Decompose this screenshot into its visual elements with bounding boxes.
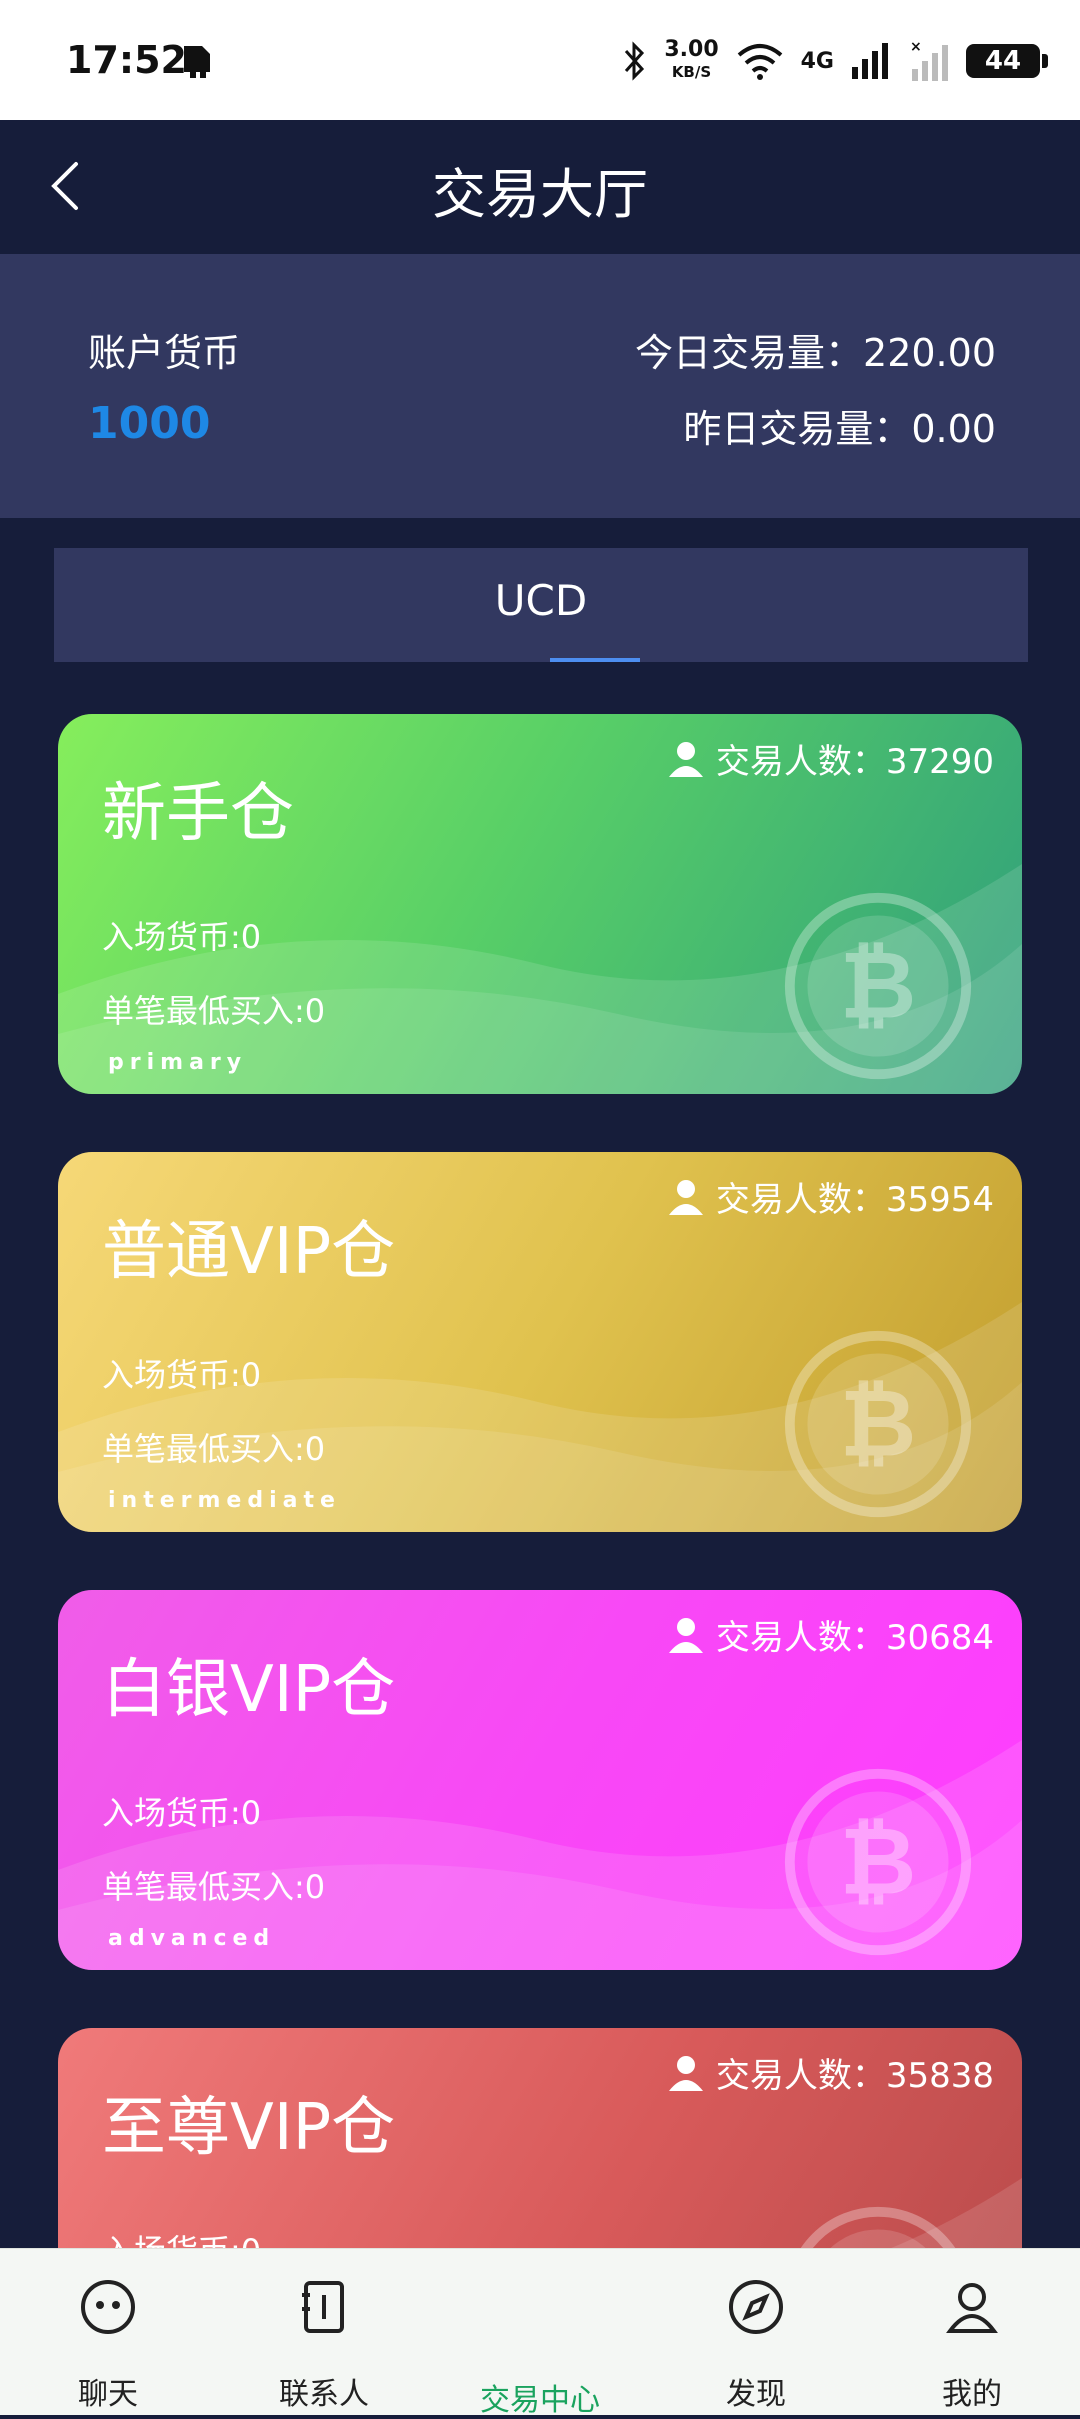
trader-count: 交易人数：35838: [666, 2048, 994, 2097]
net-speed: 3.00 KB/S: [664, 37, 719, 82]
svg-text:₿: ₿: [840, 1369, 917, 1478]
person-icon: [668, 2055, 703, 2091]
yesterday-volume: 昨日交易量：0.00: [683, 407, 996, 451]
trader-count-text: 交易人数：30684: [715, 1618, 994, 1658]
chat-icon: [81, 2280, 135, 2334]
room-card-advanced[interactable]: ₿ 交易人数：30684 白银VIP仓 入场货币:0 单笔最低买入:0 adva…: [58, 1590, 1022, 1970]
bitcoin-icon: ₿: [784, 1330, 972, 1518]
trader-count: 交易人数：35954: [666, 1172, 994, 1221]
card-title: 至尊VIP仓: [102, 2091, 396, 2165]
bluetooth-icon: [625, 41, 645, 81]
page-title: 交易大厅: [432, 163, 648, 226]
min-buy: 单笔最低买入:0: [102, 1430, 326, 1468]
nav-label: 发现: [726, 2377, 786, 2412]
nav-discover[interactable]: 发现: [648, 2249, 864, 2415]
trader-count: 交易人数：37290: [666, 734, 994, 783]
card-title: 新手仓: [102, 777, 294, 851]
status-bar: 17:52 3.00 KB/S 4G × 44: [0, 0, 1080, 120]
tab-active-indicator: [550, 658, 640, 662]
card-level: primary: [108, 1050, 248, 1075]
account-currency-value: 1000: [88, 398, 211, 449]
room-card-intermediate[interactable]: ₿ 交易人数：35954 普通VIP仓 入场货币:0 单笔最低买入:0 inte…: [58, 1152, 1022, 1532]
account-currency-label: 账户货币: [88, 331, 241, 375]
today-volume: 今日交易量：220.00: [635, 331, 996, 375]
nav-contacts[interactable]: 联系人: [216, 2249, 432, 2415]
bottom-nav: 聊天 联系人 交易中心 发现 我的: [0, 2248, 1080, 2418]
min-buy: 单笔最低买入:0: [102, 992, 326, 1030]
card-title: 普通VIP仓: [102, 1215, 396, 1289]
trader-count: 交易人数：30684: [666, 1610, 994, 1659]
trader-count-text: 交易人数：35838: [715, 2056, 994, 2096]
entry-currency: 入场货币:0: [102, 918, 262, 956]
entry-currency: 入场货币:0: [102, 1794, 262, 1832]
card-level: intermediate: [108, 1488, 341, 1513]
tab-ucd[interactable]: UCD: [54, 576, 1028, 625]
app-header: 交易大厅: [0, 120, 1080, 254]
min-buy: 单笔最低买入:0: [102, 1868, 326, 1906]
nav-label: 交易中心: [480, 2383, 600, 2418]
person-icon: [668, 1617, 703, 1653]
sim-card-icon: [184, 46, 210, 78]
profile-icon: [946, 2283, 998, 2333]
person-icon: [668, 1179, 703, 1215]
nav-label: 我的: [942, 2377, 1002, 2412]
entry-currency: 入场货币:0: [102, 1356, 262, 1394]
account-summary: 账户货币 1000 今日交易量：220.00 昨日交易量：0.00: [0, 254, 1080, 518]
room-card-primary[interactable]: ₿ 交易人数：37290 新手仓 入场货币:0 单笔最低买入:0 primary: [58, 714, 1022, 1094]
trader-count-text: 交易人数：37290: [715, 742, 994, 782]
nav-label: 联系人: [279, 2377, 369, 2412]
compass-icon: [729, 2280, 783, 2334]
network-type: 4G: [800, 48, 834, 74]
trader-count-text: 交易人数：35954: [715, 1180, 994, 1220]
svg-text:₿: ₿: [840, 1807, 917, 1916]
currency-tabbar: UCD: [54, 548, 1028, 662]
bitcoin-icon: ₿: [784, 1768, 972, 1956]
signal-icon: [852, 43, 888, 79]
nav-profile[interactable]: 我的: [864, 2249, 1080, 2415]
nav-chat[interactable]: 聊天: [0, 2249, 216, 2415]
nav-trade-center[interactable]: 交易中心: [432, 2249, 648, 2418]
status-time: 17:52: [66, 38, 187, 82]
battery-icon: 44: [966, 44, 1048, 78]
svg-text:×: ×: [910, 39, 922, 55]
bitcoin-icon: ₿: [784, 892, 972, 1080]
person-icon: [668, 741, 703, 777]
svg-text:₿: ₿: [840, 931, 917, 1040]
nav-label: 聊天: [78, 2377, 138, 2412]
card-title: 白银VIP仓: [102, 1653, 396, 1727]
wifi-icon: [737, 44, 782, 80]
signal-weak-icon: ×: [910, 39, 948, 81]
contacts-icon: [302, 2281, 344, 2333]
card-level: advanced: [108, 1926, 276, 1951]
